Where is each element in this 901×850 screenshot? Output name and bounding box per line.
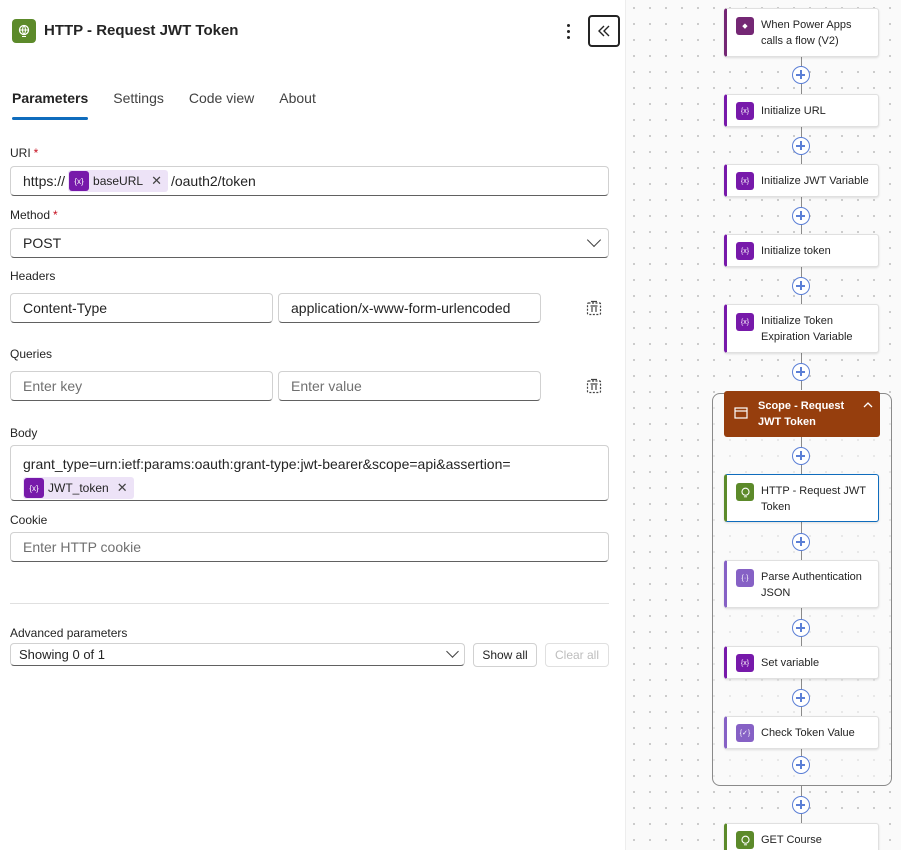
clear-all-button[interactable]: Clear all [545,643,609,667]
section-divider [10,603,609,604]
remove-token-icon[interactable]: ✕ [151,173,162,189]
method-label: Method * [10,208,58,222]
body-text: grant_type=urn:ietf:params:oauth:grant-t… [23,456,511,472]
flow-node-initialize-token-expiration[interactable]: {x} Initialize Token Expiration Variable [724,304,879,353]
uri-label: URI * [10,146,39,160]
header-key-input[interactable]: Content-Type [10,293,273,323]
variable-icon: {x} [24,478,44,498]
query-value-input[interactable]: Enter value [278,371,541,401]
add-step-icon[interactable] [792,796,810,814]
add-step-icon[interactable] [792,137,810,155]
scope-icon [734,407,748,419]
baseurl-token[interactable]: {x} baseURL ✕ [68,170,168,192]
parse-json-icon: {·} [736,569,754,587]
power-apps-icon: ◆ [736,17,754,35]
flow-node-get-course[interactable]: GET Course [724,823,879,850]
token-label: JWT_token [48,481,109,495]
uri-field[interactable]: https:// {x} baseURL ✕ /oauth2/token [10,166,609,196]
tab-parameters[interactable]: Parameters [12,90,89,120]
add-step-icon[interactable] [792,277,810,295]
queries-label: Queries [10,347,53,361]
body-editor[interactable]: grant_type=urn:ietf:params:oauth:grant-t… [10,445,609,501]
add-step-icon[interactable] [792,66,810,84]
body-label: Body [10,426,38,440]
tab-about[interactable]: About [279,90,316,120]
advanced-parameters-label: Advanced parameters [10,626,128,640]
flow-node-trigger[interactable]: ◆ When Power Apps calls a flow (V2) [724,8,879,57]
flow-node-initialize-jwt-variable[interactable]: {x} Initialize JWT Variable [724,164,879,197]
flow-node-parse-authentication-json[interactable]: {·} Parse Authentication JSON [724,560,879,608]
flow-node-initialize-token[interactable]: {x} Initialize token [724,234,879,267]
flow-node-scope[interactable]: Scope - Request JWT Token [724,391,880,437]
add-step-icon[interactable] [792,619,810,637]
chevron-up-icon[interactable] [863,401,873,409]
header-value-input[interactable]: application/x-www-form-urlencoded [278,293,541,323]
flow-node-initialize-url[interactable]: {x} Initialize URL [724,94,879,127]
uri-suffix: /oauth2/token [170,173,256,189]
advanced-parameters-dropdown[interactable]: Showing 0 of 1 [10,643,465,666]
jwt-token-chip[interactable]: {x} JWT_token ✕ [23,477,134,499]
add-step-icon[interactable] [792,756,810,774]
add-step-icon[interactable] [792,363,810,381]
cookie-label: Cookie [10,513,48,527]
remove-token-icon[interactable]: ✕ [117,480,128,496]
flow-node-check-token-value[interactable]: {✓} Check Token Value [724,716,879,749]
condition-icon: {✓} [736,724,754,742]
headers-label: Headers [10,269,56,283]
tab-code-view[interactable]: Code view [189,90,254,120]
variable-icon: {x} [736,313,754,331]
chevron-down-icon [446,645,459,658]
tab-settings[interactable]: Settings [113,90,164,120]
http-globe-icon [736,483,754,501]
variable-icon: {x} [736,654,754,672]
uri-prefix: https:// [23,173,66,189]
http-globe-icon [12,19,36,43]
http-globe-icon [736,831,754,849]
add-step-icon[interactable] [792,207,810,225]
panel-title: HTTP - Request JWT Token [44,22,239,39]
add-step-icon[interactable] [792,533,810,551]
method-dropdown[interactable]: POST [10,228,609,258]
token-label: baseURL [93,174,144,188]
variable-icon: {x} [69,171,90,191]
more-options-icon[interactable] [560,20,576,42]
variable-icon: {x} [736,102,754,120]
flow-designer: HTTP - Request JWT Token Parameters Sett… [0,0,901,850]
variable-icon: {x} [736,172,754,190]
delete-row-icon[interactable] [585,299,603,317]
action-details-panel: HTTP - Request JWT Token Parameters Sett… [0,0,626,850]
add-step-icon[interactable] [792,689,810,707]
cookie-input[interactable]: Enter HTTP cookie [10,532,609,562]
variable-icon: {x} [736,242,754,260]
chevron-down-icon [586,232,602,248]
add-step-icon[interactable] [792,447,810,465]
query-key-input[interactable]: Enter key [10,371,273,401]
flow-node-http-request-jwt-token[interactable]: HTTP - Request JWT Token [724,474,879,522]
show-all-button[interactable]: Show all [473,643,537,667]
method-value: POST [23,235,62,251]
flow-node-set-variable[interactable]: {x} Set variable [724,646,879,679]
delete-row-icon[interactable] [585,377,603,395]
panel-tabs: Parameters Settings Code view About [12,90,341,120]
collapse-panel-button[interactable] [588,15,620,47]
double-chevron-left-icon [598,25,610,37]
